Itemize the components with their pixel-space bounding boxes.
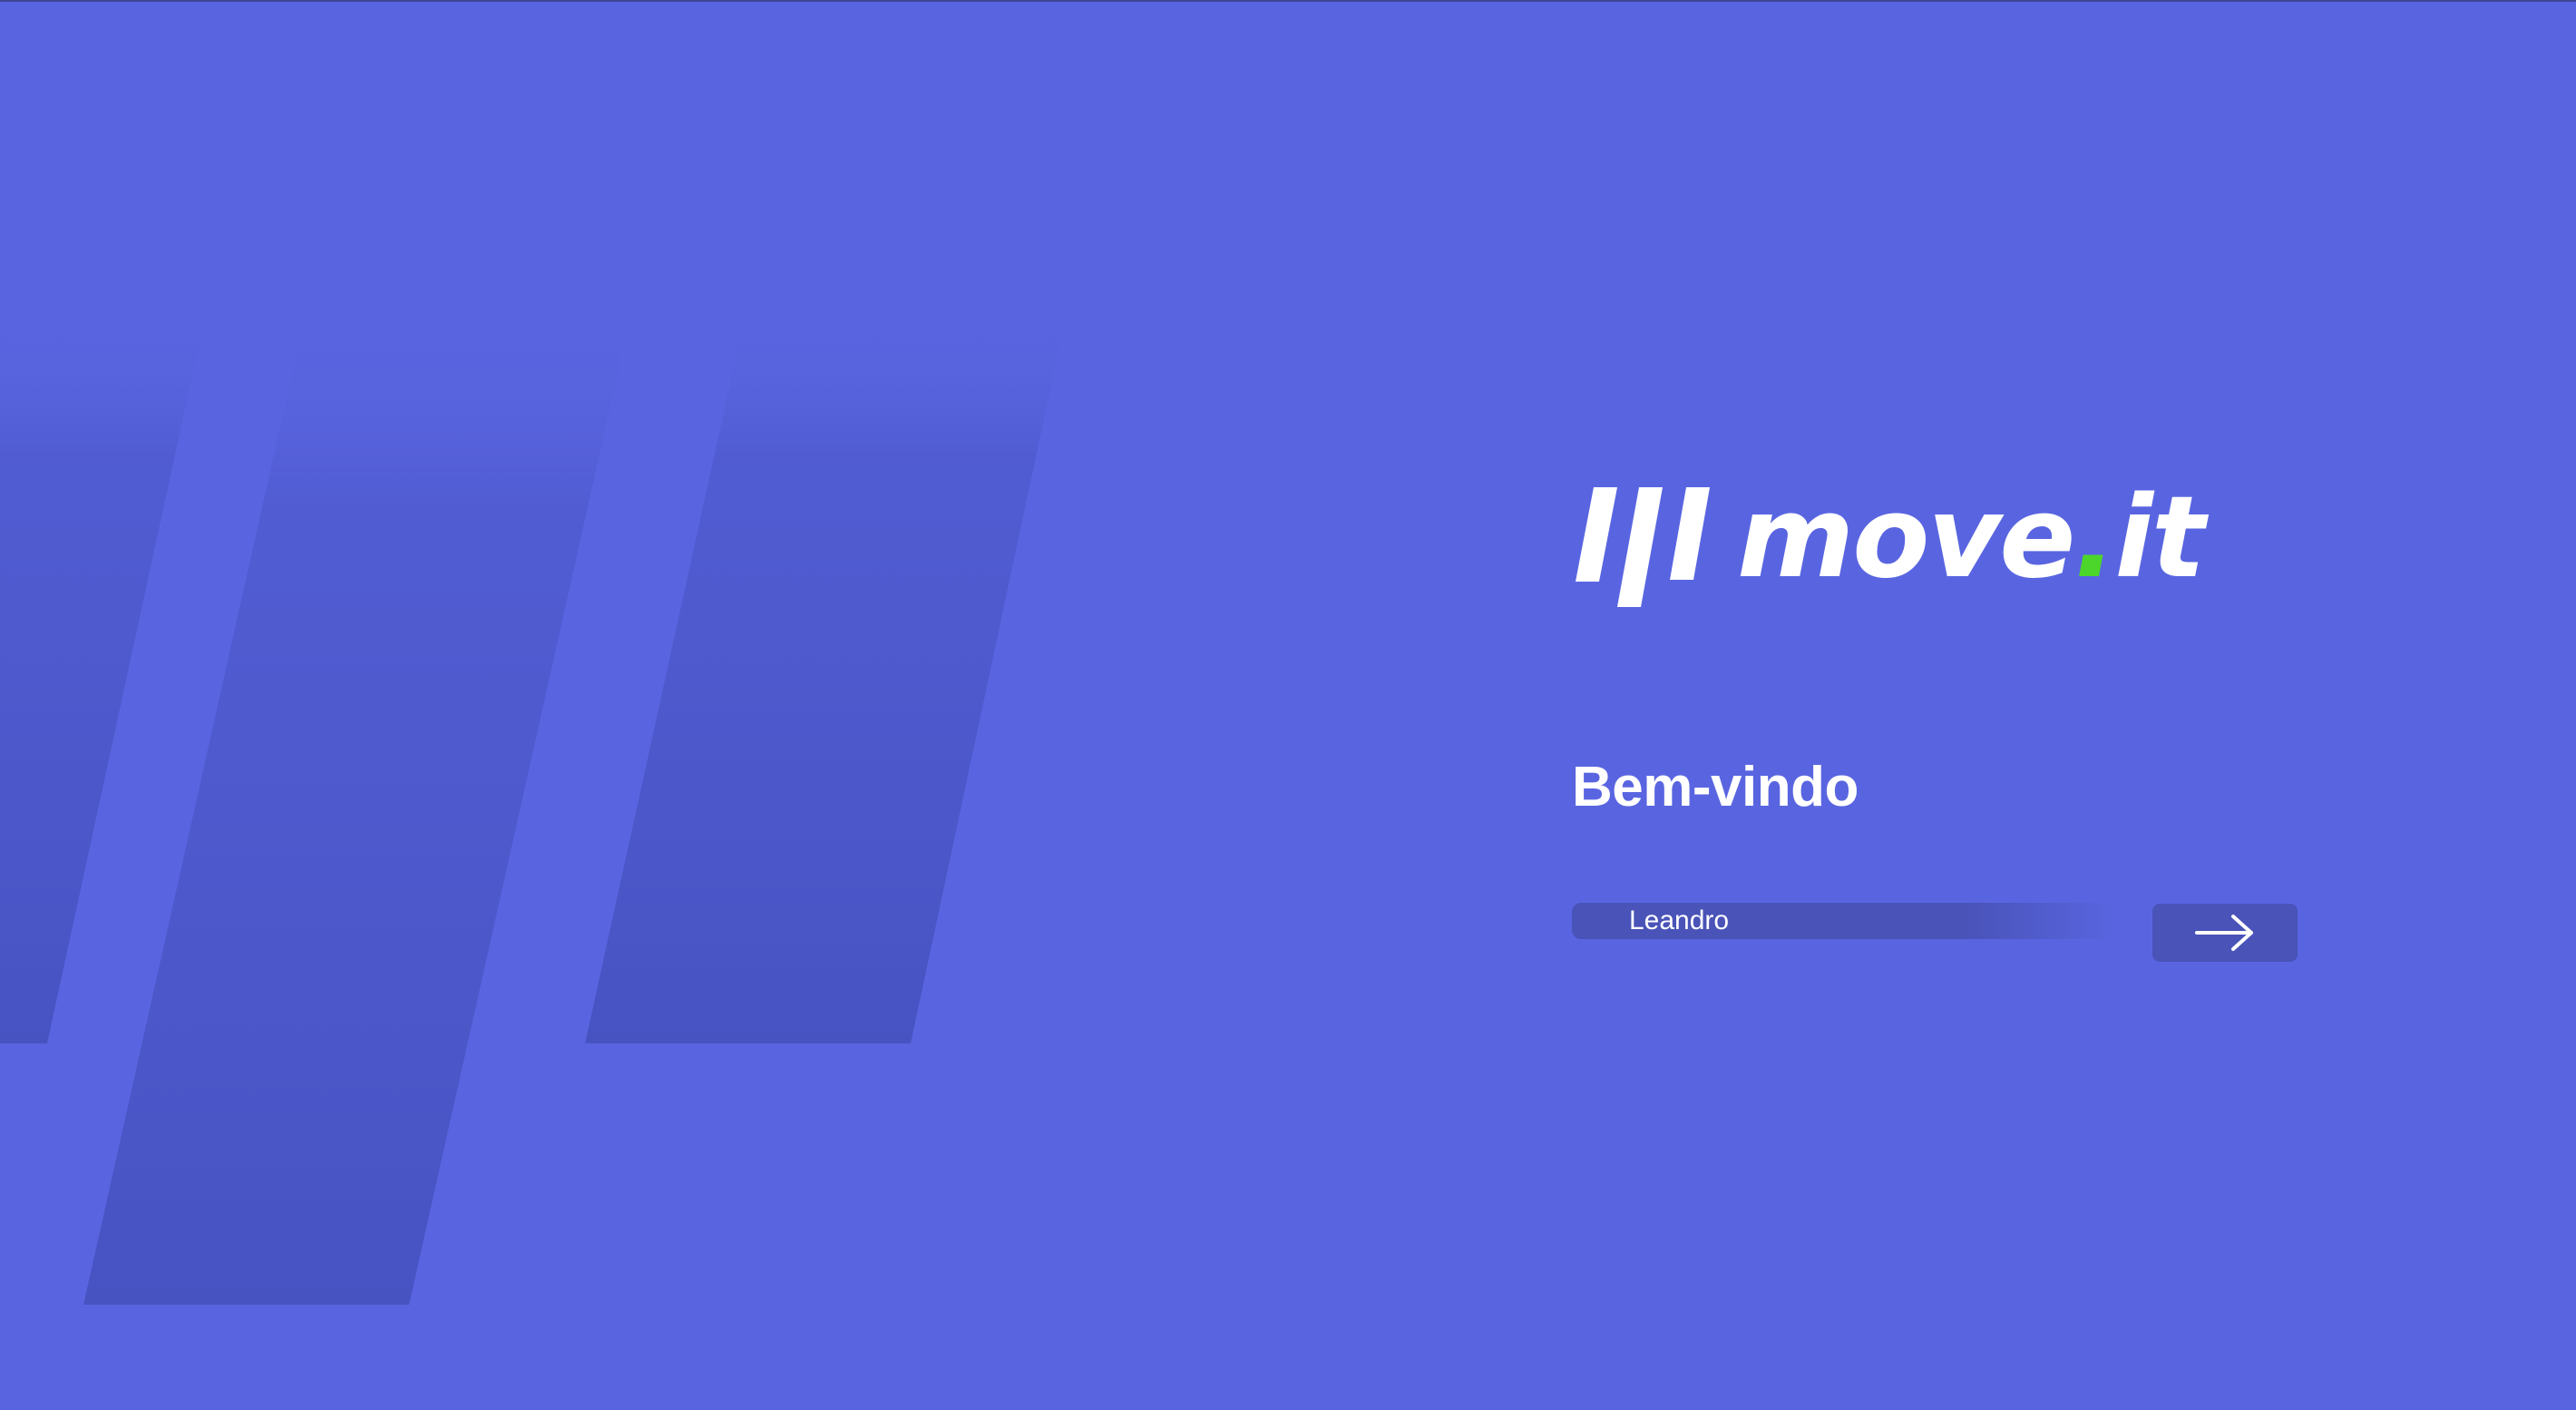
svg-text:move.it: move.it xyxy=(1737,473,2210,603)
welcome-title: Bem-vindo xyxy=(1572,756,1859,818)
login-panel: move.it Bem-vindo xyxy=(1572,467,2298,975)
logo-bars-icon xyxy=(1576,487,1710,607)
logo-text-suffix: it xyxy=(2114,473,2210,603)
username-input[interactable] xyxy=(1572,903,2116,939)
submit-button[interactable] xyxy=(2152,904,2298,962)
background-stripe-right xyxy=(585,308,1068,1043)
logo-text-main: move xyxy=(1737,473,2073,603)
logo-text-dot: . xyxy=(2073,473,2114,603)
arrow-right-icon xyxy=(2195,915,2253,951)
moveit-logo: move.it xyxy=(1576,473,2211,607)
